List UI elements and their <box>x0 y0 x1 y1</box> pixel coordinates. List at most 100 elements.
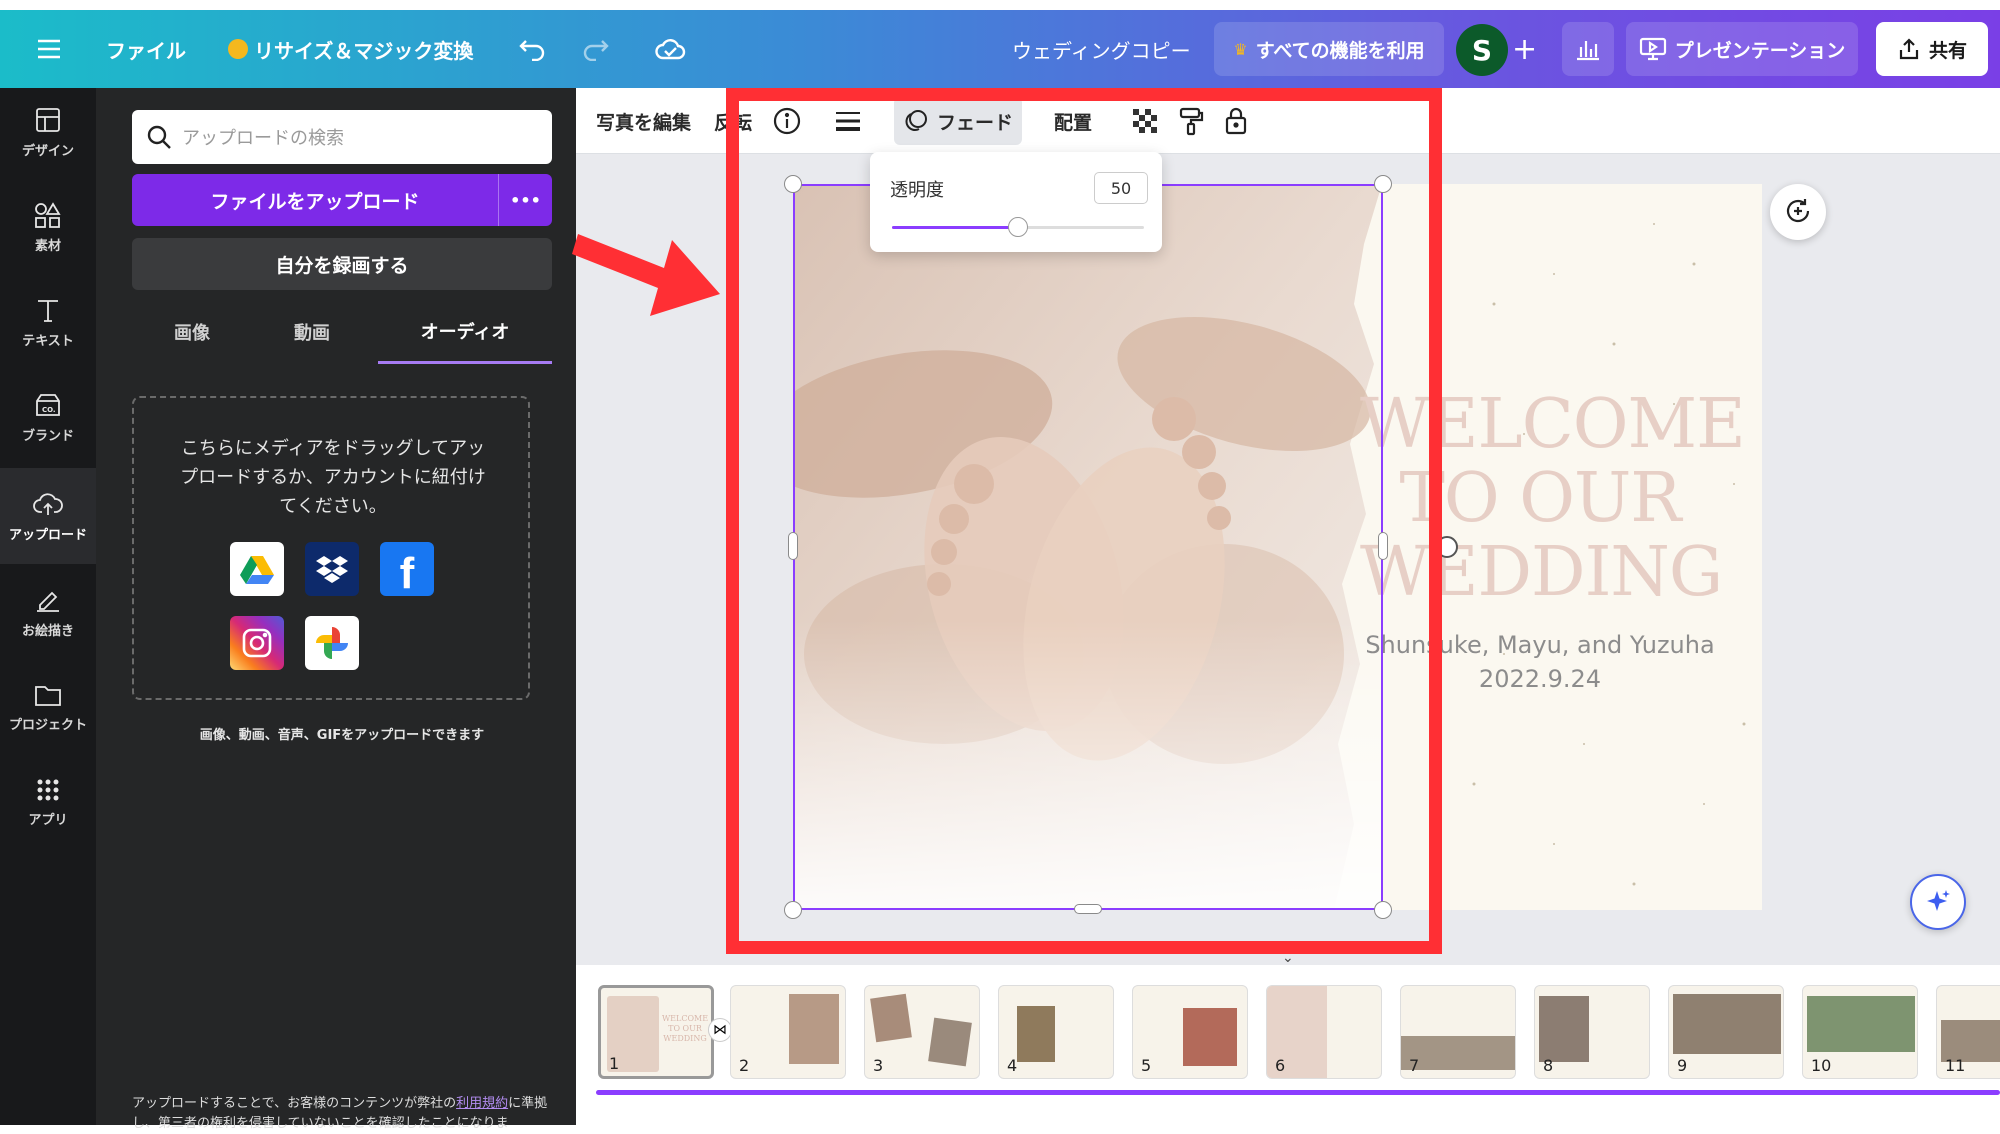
thumb-photo <box>870 993 912 1043</box>
file-menu[interactable]: ファイル <box>106 10 186 88</box>
tab-videos[interactable]: 動画 <box>252 300 372 364</box>
rail-label: デザイン <box>21 143 74 159</box>
tab-audio[interactable]: オーディオ <box>378 300 552 364</box>
rail-projects[interactable]: プロジェクト <box>0 663 96 751</box>
rail-uploads[interactable]: アップロード <box>0 468 96 564</box>
insights-icon[interactable] <box>1562 22 1614 76</box>
thumbnail-number: 8 <box>1543 1056 1554 1075</box>
upload-files-button[interactable]: ファイルをアップロード ••• <box>132 174 552 226</box>
layout-icon <box>36 107 60 132</box>
thumbnail-number: 4 <box>1007 1056 1018 1075</box>
pro-features-label: すべての機能を利用 <box>1255 39 1425 62</box>
thumbnail-number: 3 <box>873 1056 884 1075</box>
thumbnail-number: 2 <box>739 1056 750 1075</box>
folder-icon <box>35 685 61 706</box>
google-photos-icon[interactable] <box>305 616 359 670</box>
resize-label: リサイズ＆マジック変換 <box>254 38 474 63</box>
thumbnail-page[interactable]: 5 <box>1132 985 1248 1079</box>
resize-button[interactable]: リサイズ＆マジック変換 <box>228 10 473 88</box>
share-button[interactable]: 共有 <box>1876 22 1988 76</box>
upload-note: 画像、動画、音声、GIFをアップロードできます <box>199 728 485 743</box>
thumb-text: WELCOME TO OUR WEDDING <box>661 1014 709 1043</box>
legal-text: アップロードすることで、お客様のコンテンツが弊社の利用規約に準拠し、第三者の権利… <box>132 1094 552 1134</box>
rail-label: アップロード <box>8 527 87 543</box>
thumbnail-number: 10 <box>1811 1056 1832 1075</box>
hamburger-icon[interactable] <box>36 10 62 88</box>
terms-link[interactable]: 利用規約 <box>456 1096 508 1111</box>
crown-icon: ♛ <box>1233 39 1248 59</box>
red-arrow-icon <box>572 234 720 316</box>
page-progress-bar <box>596 1090 2000 1095</box>
side-rail: デザイン 素材 テキスト CO. ブランド アップロード お絵描き プロジェクト… <box>0 88 96 1125</box>
tab-images[interactable]: 画像 <box>132 300 252 364</box>
dropbox-icon[interactable] <box>305 542 359 596</box>
thumbnail-number: 5 <box>1141 1056 1152 1075</box>
facebook-icon[interactable]: f <box>380 542 434 598</box>
pro-features-button[interactable]: ♛ すべての機能を利用 <box>1214 22 1444 76</box>
rail-label: 素材 <box>34 238 61 254</box>
thumbnail-page[interactable]: 10 <box>1802 985 1918 1079</box>
legal-text-part1: アップロードすることで、お客様のコンテンツが弊社の <box>132 1096 457 1111</box>
redo-icon[interactable] <box>580 10 610 88</box>
transition-icon[interactable]: ⋈ <box>708 1018 732 1042</box>
rail-label: お絵描き <box>21 623 74 639</box>
thumbnail-page[interactable]: 6 <box>1266 985 1382 1079</box>
apps-icon <box>37 779 59 800</box>
rail-design[interactable]: デザイン <box>0 88 96 176</box>
rail-draw[interactable]: お絵描き <box>0 568 96 656</box>
thumbnail-page[interactable]: 7 <box>1400 985 1516 1079</box>
rail-elements[interactable]: 素材 <box>0 183 96 271</box>
share-label: 共有 <box>1928 39 1967 62</box>
more-options-button[interactable]: ••• <box>499 174 552 226</box>
brand-icon: CO. <box>36 393 60 416</box>
search-icon <box>147 125 171 149</box>
search-placeholder: アップロードの検索 <box>182 128 344 149</box>
top-bar: ファイル リサイズ＆マジック変換 ウェディングコピー ♛ すべての機能を利用 S… <box>0 0 2000 88</box>
present-icon <box>1639 37 1666 61</box>
thumbnail-page[interactable]: WELCOME TO OUR WEDDING 1 <box>598 985 714 1079</box>
instagram-icon[interactable] <box>230 616 284 670</box>
uploads-panel: アップロードの検索 ファイルをアップロード ••• 自分を録画する 画像 動画 … <box>96 88 668 1131</box>
thumbnail-page[interactable]: 3 <box>864 985 980 1079</box>
thumb-photo <box>1183 1008 1237 1066</box>
thumbnail-page[interactable]: 2 <box>730 985 846 1079</box>
undo-icon[interactable] <box>518 10 548 88</box>
present-button[interactable]: プレゼンテーション <box>1626 22 1858 76</box>
rail-apps[interactable]: アプリ <box>0 758 96 846</box>
rail-brand[interactable]: CO. ブランド <box>0 373 96 461</box>
edit-photo-button[interactable]: 写真を編集 <box>596 88 691 154</box>
thumbnail-number: 6 <box>1275 1056 1286 1075</box>
upload-dropzone[interactable]: こちらにメディアをドラッグしてアップロードするか、アカウントに紐付けてください。… <box>132 396 530 700</box>
thumbnail-page[interactable]: 8 <box>1534 985 1650 1079</box>
thumbnail-page[interactable]: 4 <box>998 985 1114 1079</box>
dropzone-instructions: こちらにメディアをドラッグしてアップロードするか、アカウントに紐付けてください。 <box>180 438 486 517</box>
crown-icon <box>228 39 248 59</box>
regenerate-comment-icon[interactable] <box>1770 184 1826 240</box>
rail-label: ブランド <box>21 428 74 444</box>
media-tabs: 画像 動画 オーディオ <box>132 300 552 364</box>
record-yourself-button[interactable]: 自分を録画する <box>132 238 552 290</box>
thumbnail-page[interactable]: 9 <box>1668 985 1784 1079</box>
thumbnail-number: 1 <box>609 1054 620 1073</box>
add-collaborator-icon[interactable]: + <box>1512 10 1537 88</box>
thumb-photo <box>1017 1006 1055 1062</box>
text-icon <box>38 299 58 322</box>
upload-files-label: ファイルをアップロード <box>210 190 420 213</box>
rail-label: テキスト <box>22 333 74 349</box>
draw-icon <box>37 591 59 612</box>
document-title[interactable]: ウェディングコピー <box>1012 10 1191 88</box>
avatar[interactable]: S <box>1456 24 1508 76</box>
thumb-photo <box>789 994 839 1064</box>
search-input[interactable]: アップロードの検索 <box>132 110 552 164</box>
thumbnail-page[interactable]: 11 <box>1936 985 2000 1079</box>
thumb-photo <box>1539 996 1589 1062</box>
magic-sparkle-icon[interactable] <box>1910 874 1966 930</box>
thumb-photo <box>1807 996 1915 1052</box>
share-icon <box>1899 38 1919 60</box>
rail-text[interactable]: テキスト <box>0 278 96 366</box>
thumb-photo <box>928 1017 972 1067</box>
cloud-saved-icon[interactable] <box>654 10 686 88</box>
google-drive-icon[interactable] <box>230 542 284 596</box>
highlight-box <box>726 88 1442 954</box>
chevron-down-icon[interactable]: ⌄ <box>1282 950 1294 966</box>
